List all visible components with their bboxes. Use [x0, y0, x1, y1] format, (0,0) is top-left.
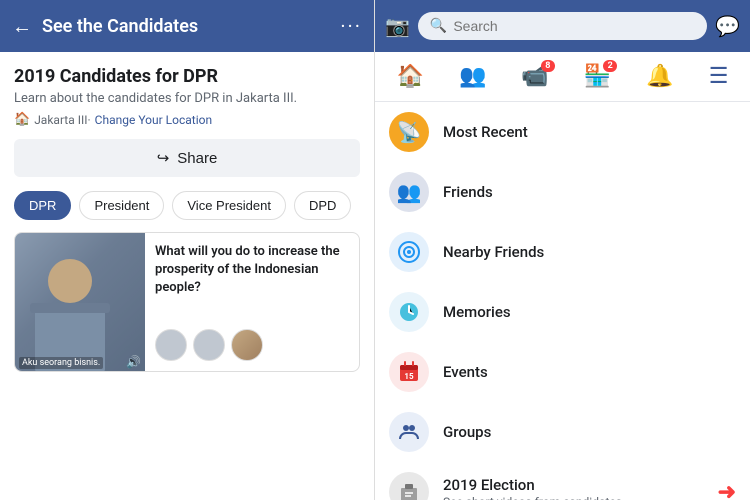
right-header: 📷 🔍 💬	[375, 0, 750, 52]
events-label: Events	[443, 363, 736, 381]
filter-tabs: DPR President Vice President DPD	[14, 191, 360, 220]
friends-text: Friends	[443, 183, 736, 201]
left-panel: ← See the Candidates ··· 2019 Candidates…	[0, 0, 375, 500]
menu-events[interactable]: 15 Events	[375, 342, 750, 402]
groups-label: Groups	[443, 423, 736, 441]
messenger-icon[interactable]: 💬	[715, 14, 740, 38]
groups-text: Groups	[443, 423, 736, 441]
menu-groups[interactable]: Groups	[375, 402, 750, 462]
filter-president[interactable]: President	[79, 191, 164, 220]
nearby-friends-text: Nearby Friends	[443, 243, 736, 261]
bell-nav-icon: 🔔	[646, 64, 673, 89]
nav-home[interactable]: 🏠	[389, 60, 432, 93]
nav-people[interactable]: 👥	[451, 60, 494, 93]
candidate-info: What will you do to increase the prosper…	[145, 233, 359, 371]
election-label: 2019 Election	[443, 476, 704, 494]
menu-memories[interactable]: Memories	[375, 282, 750, 342]
change-location-button[interactable]: Change Your Location	[95, 113, 212, 127]
nearby-friends-icon	[389, 232, 429, 272]
search-bar[interactable]: 🔍	[418, 12, 707, 40]
friends-label: Friends	[443, 183, 736, 201]
back-button[interactable]: ←	[12, 14, 32, 39]
menu-list: 📡 Most Recent 👥 Friends Nearby Friends	[375, 102, 750, 500]
menu-most-recent[interactable]: 📡 Most Recent	[375, 102, 750, 162]
nav-bell[interactable]: 🔔	[638, 60, 681, 93]
nav-video[interactable]: 📹 8	[513, 60, 556, 93]
most-recent-label: Most Recent	[443, 123, 736, 141]
candidate-card[interactable]: Aku seorang bisnis. 🔊 What will you do t…	[14, 232, 360, 372]
search-input[interactable]	[453, 18, 695, 34]
location-row: 🏠 Jakarta III · Change Your Location	[14, 112, 360, 127]
filter-dpd[interactable]: DPD	[294, 191, 351, 220]
page-subtitle: Learn about the candidates for DPR in Ja…	[14, 91, 360, 106]
left-content: 2019 Candidates for DPR Learn about the …	[0, 52, 374, 500]
menu-friends[interactable]: 👥 Friends	[375, 162, 750, 222]
speaker-icon: 🔊	[126, 355, 141, 369]
page-header-title: See the Candidates	[42, 16, 340, 37]
memories-icon	[389, 292, 429, 332]
image-caption: Aku seorang bisnis.	[19, 357, 103, 369]
share-label: Share	[177, 150, 217, 167]
events-icon: 15	[389, 352, 429, 392]
election-sublabel: See short videos from candidates.	[443, 495, 704, 500]
events-text: Events	[443, 363, 736, 381]
candidate-question: What will you do to increase the prosper…	[155, 243, 349, 298]
separator: ·	[88, 113, 91, 127]
nav-icons-bar: 🏠 👥 📹 8 🏪 2 🔔 ☰	[375, 52, 750, 102]
share-button[interactable]: ↪ Share	[14, 139, 360, 177]
video-badge: 8	[541, 60, 555, 72]
more-options-button[interactable]: ···	[340, 14, 362, 38]
location-text: Jakarta III	[34, 113, 87, 127]
nav-menu[interactable]: ☰	[701, 60, 737, 93]
left-header: ← See the Candidates ···	[0, 0, 374, 52]
most-recent-icon: 📡	[389, 112, 429, 152]
avatar-1	[155, 329, 187, 361]
share-icon: ↪	[157, 149, 170, 167]
menu-nearby-friends[interactable]: Nearby Friends	[375, 222, 750, 282]
home-icon: 🏠	[397, 64, 424, 89]
filter-dpr[interactable]: DPR	[14, 191, 71, 220]
menu-election[interactable]: 2019 Election See short videos from cand…	[375, 462, 750, 500]
memories-text: Memories	[443, 303, 736, 321]
candidate-avatars	[155, 329, 349, 361]
candidate-person-image	[25, 253, 115, 372]
friends-icon: 👥	[389, 172, 429, 212]
shop-badge: 2	[603, 60, 617, 72]
election-arrow-icon: ➜	[718, 480, 736, 500]
search-icon: 🔍	[430, 18, 447, 34]
camera-icon[interactable]: 📷	[385, 14, 410, 38]
election-text: 2019 Election See short videos from cand…	[443, 476, 704, 500]
election-icon	[389, 472, 429, 500]
svg-text:15: 15	[404, 372, 414, 381]
friends-nav-icon: 👥	[459, 64, 486, 89]
right-panel: 📷 🔍 💬 🏠 👥 📹 8 🏪 2 🔔 ☰ 📡	[375, 0, 750, 500]
candidate-image: Aku seorang bisnis. 🔊	[15, 233, 145, 372]
nearby-friends-label: Nearby Friends	[443, 243, 736, 261]
avatar-3	[231, 329, 263, 361]
page-title: 2019 Candidates for DPR	[14, 66, 360, 87]
nav-shop[interactable]: 🏪 2	[576, 60, 619, 93]
location-icon: 🏠	[14, 112, 30, 127]
groups-icon	[389, 412, 429, 452]
hamburger-icon: ☰	[709, 64, 729, 89]
memories-label: Memories	[443, 303, 736, 321]
filter-vice-president[interactable]: Vice President	[172, 191, 286, 220]
most-recent-text: Most Recent	[443, 123, 736, 141]
avatar-2	[193, 329, 225, 361]
